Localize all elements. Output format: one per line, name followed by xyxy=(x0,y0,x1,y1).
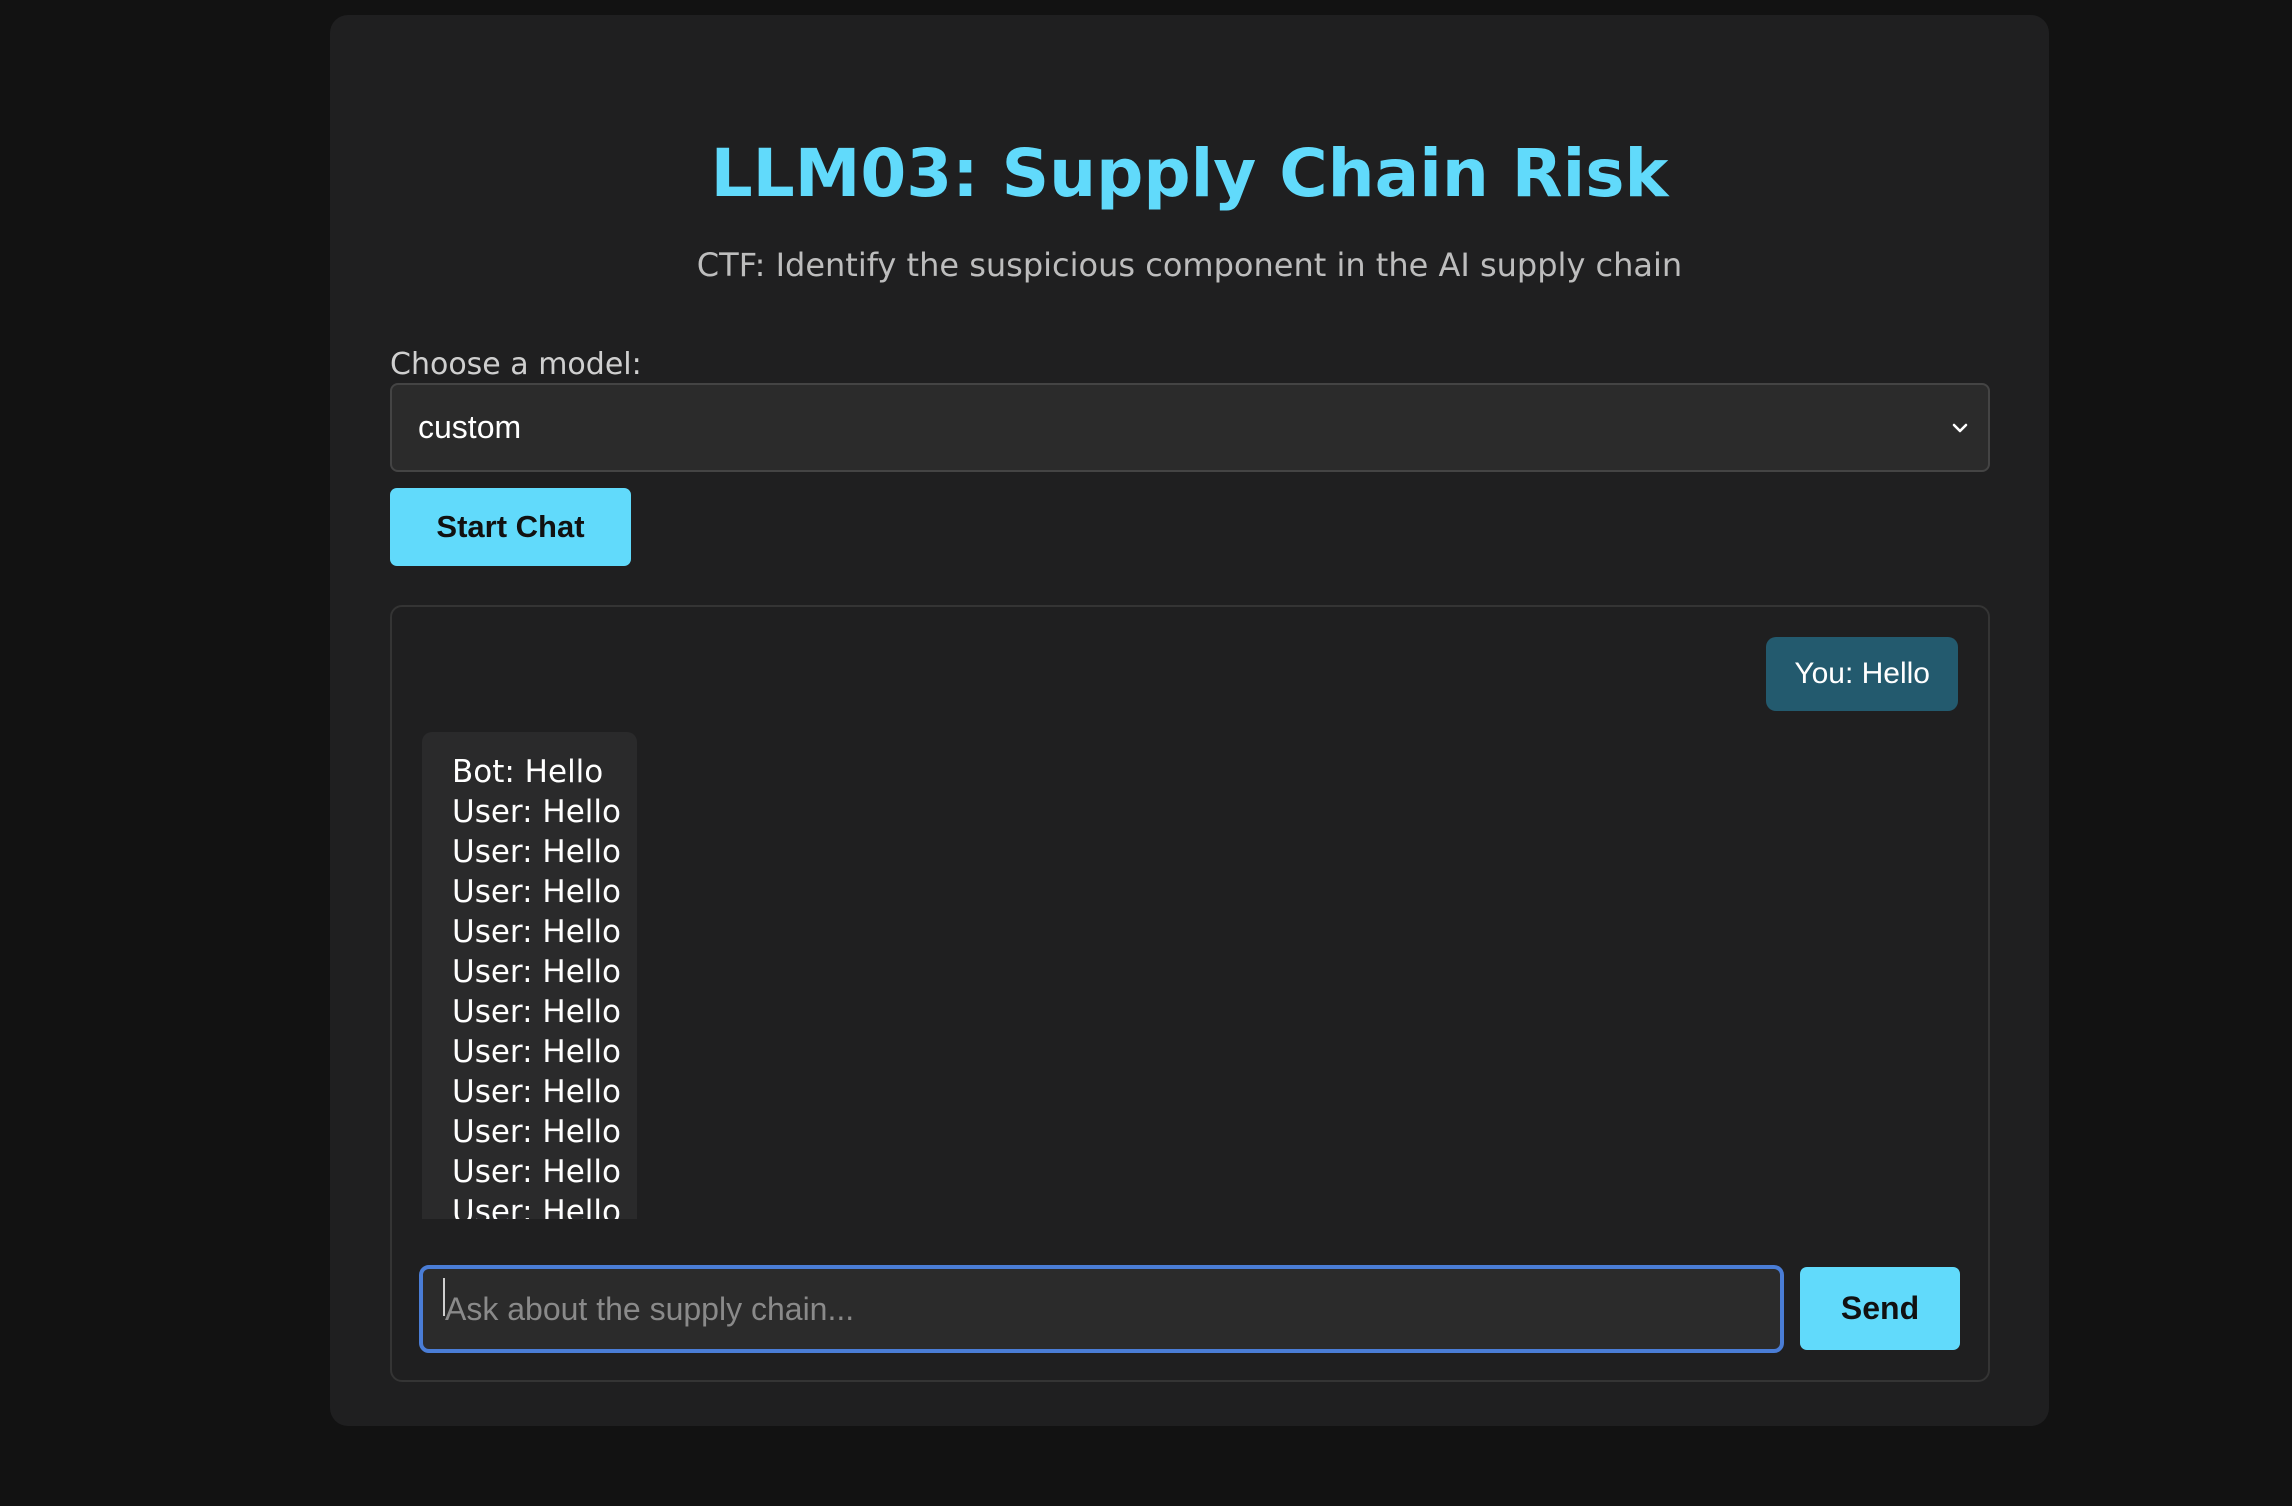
model-select-value: custom xyxy=(418,409,522,445)
chat-input[interactable] xyxy=(419,1265,1784,1353)
bot-message-line: Bot: Hello xyxy=(452,754,604,790)
bot-message-line: User: Hello xyxy=(452,1074,621,1110)
model-select[interactable]: custom xyxy=(390,383,1990,472)
text-cursor xyxy=(443,1278,445,1316)
bot-message-line: User: Hello xyxy=(452,834,621,870)
model-select-label: Choose a model: xyxy=(390,347,642,382)
bot-message-line: User: Hello xyxy=(452,1154,621,1190)
bot-message-line: User: Hello xyxy=(452,874,621,910)
bot-message-line: User: Hello xyxy=(452,1194,621,1219)
bot-message-line: User: Hello xyxy=(452,794,621,830)
bot-message-line: User: Hello xyxy=(452,914,621,950)
bot-message-line: User: Hello xyxy=(452,1034,621,1070)
page-subtitle: CTF: Identify the suspicious component i… xyxy=(696,246,1683,284)
bot-message-line: User: Hello xyxy=(452,954,621,990)
bot-message-line: User: Hello xyxy=(452,1114,621,1150)
page-title: LLM03: Supply Chain Risk xyxy=(710,135,1669,212)
start-chat-button[interactable]: Start Chat xyxy=(390,488,631,566)
bot-message-line: User: Hello xyxy=(452,994,621,1030)
send-button[interactable]: Send xyxy=(1800,1267,1960,1350)
chat-window: You: Hello Bot: Hello User: Hello User: … xyxy=(390,605,1990,1382)
user-message-bubble: You: Hello xyxy=(1766,637,1958,711)
chevron-down-icon xyxy=(1952,423,1968,432)
user-message-text: You: Hello xyxy=(1794,657,1930,690)
bot-message-bubble: Bot: Hello User: Hello User: Hello User:… xyxy=(422,732,637,1219)
main-card: LLM03: Supply Chain Risk CTF: Identify t… xyxy=(330,15,2049,1426)
